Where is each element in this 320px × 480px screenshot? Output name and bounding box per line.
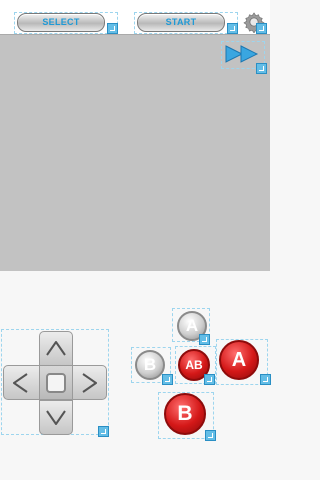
ab-resize-handle-icon[interactable] <box>204 374 215 385</box>
dpad-resize-handle-icon[interactable] <box>98 426 109 437</box>
a-button[interactable]: A <box>219 340 259 380</box>
b-button[interactable]: B <box>164 393 206 435</box>
turbo-a-resize-handle-icon[interactable] <box>199 334 210 345</box>
start-button[interactable]: START <box>137 13 225 32</box>
start-resize-handle-icon[interactable] <box>227 23 238 34</box>
fast-forward-resize-handle-icon[interactable] <box>256 63 267 74</box>
dpad[interactable] <box>3 331 107 435</box>
b-resize-handle-icon[interactable] <box>205 430 216 441</box>
a-resize-handle-icon[interactable] <box>260 374 271 385</box>
gear-resize-handle-icon[interactable] <box>256 23 267 34</box>
turbo-b-button[interactable]: B <box>135 350 165 380</box>
game-screen[interactable] <box>0 34 270 271</box>
select-resize-handle-icon[interactable] <box>107 23 118 34</box>
fast-forward-icon[interactable] <box>224 43 264 65</box>
select-button[interactable]: SELECT <box>17 13 105 32</box>
turbo-b-resize-handle-icon[interactable] <box>162 374 173 385</box>
dpad-arrows-icon <box>13 341 97 425</box>
